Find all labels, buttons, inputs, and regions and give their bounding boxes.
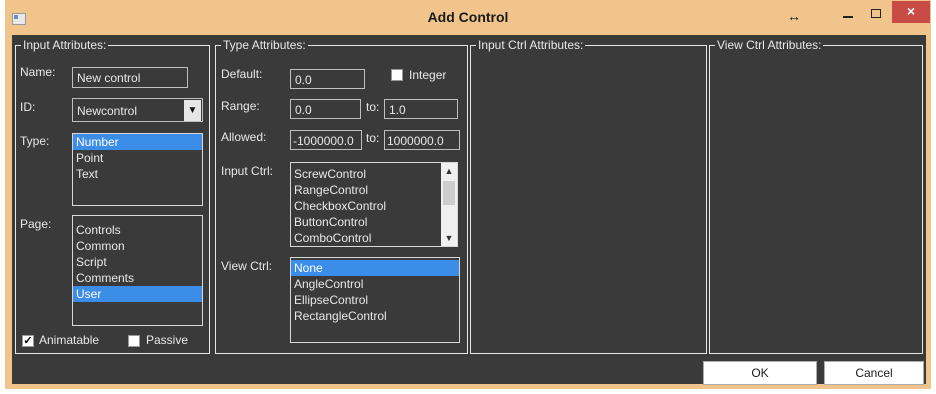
view-ctrl-attributes-legend: View Ctrl Attributes: bbox=[715, 38, 824, 52]
title-bar[interactable]: Add Control ↔ × bbox=[5, 0, 931, 35]
type-attributes-legend: Type Attributes: bbox=[221, 38, 308, 52]
page-option-comments[interactable]: Comments bbox=[73, 270, 202, 286]
dialog-client-area: Input Attributes: Name: New control ID: … bbox=[12, 35, 926, 385]
integer-checkbox[interactable] bbox=[391, 69, 403, 81]
range-label: Range: bbox=[221, 99, 260, 113]
checkmark-icon: ✓ bbox=[23, 335, 33, 347]
name-label: Name: bbox=[20, 65, 56, 79]
view-ctrl-option-anglecontrol[interactable]: AngleControl bbox=[291, 276, 459, 292]
allowed-min-input[interactable]: -1000000.0 bbox=[290, 130, 362, 150]
page-option-script[interactable]: Script bbox=[73, 254, 202, 270]
default-label: Default: bbox=[221, 67, 263, 81]
input-ctrl-option-screwcontrol[interactable]: ScrewControl bbox=[291, 166, 457, 182]
type-option-number[interactable]: Number bbox=[73, 134, 202, 150]
default-input[interactable]: 0.0 bbox=[290, 69, 365, 89]
input-attributes-group: Input Attributes: Name: New control ID: … bbox=[15, 38, 210, 354]
scrollbar-thumb[interactable] bbox=[443, 181, 455, 205]
input-ctrl-listbox[interactable]: ScrewControl RangeControl CheckboxContro… bbox=[290, 162, 458, 247]
allowed-to-label: to: bbox=[366, 131, 380, 145]
allowed-max-input[interactable]: 1000000.0 bbox=[384, 130, 460, 150]
view-ctrl-label: View Ctrl: bbox=[221, 259, 273, 273]
range-to-label: to: bbox=[366, 100, 380, 114]
view-ctrl-attributes-group: View Ctrl Attributes: bbox=[709, 38, 923, 354]
name-input[interactable]: New control bbox=[72, 67, 188, 88]
view-ctrl-listbox[interactable]: None AngleControl EllipseControl Rectang… bbox=[290, 257, 460, 343]
type-listbox[interactable]: Number Point Text bbox=[72, 133, 203, 206]
page-option-user[interactable]: User bbox=[73, 286, 202, 302]
view-ctrl-option-ellipsecontrol[interactable]: EllipseControl bbox=[291, 292, 459, 308]
page-listbox[interactable]: Controls Common Script Comments User bbox=[72, 215, 203, 326]
input-ctrl-option-buttoncontrol[interactable]: ButtonControl bbox=[291, 214, 457, 230]
cancel-button[interactable]: Cancel bbox=[824, 361, 924, 385]
scroll-down-icon[interactable]: ▼ bbox=[441, 231, 457, 245]
animatable-checkbox[interactable]: ✓ bbox=[22, 335, 34, 347]
resize-icon[interactable]: ↔ bbox=[787, 8, 801, 24]
input-ctrl-attributes-group: Input Ctrl Attributes: bbox=[470, 38, 707, 354]
type-option-text[interactable]: Text bbox=[73, 166, 202, 182]
scroll-up-icon[interactable]: ▲ bbox=[441, 164, 457, 178]
ok-button[interactable]: OK bbox=[703, 361, 817, 385]
input-ctrl-option-checkboxcontrol[interactable]: CheckboxControl bbox=[291, 198, 457, 214]
dropdown-arrow-icon[interactable]: ▼ bbox=[184, 100, 201, 121]
input-ctrl-option-combocontrol[interactable]: ComboControl bbox=[291, 230, 457, 246]
input-ctrl-attributes-legend: Input Ctrl Attributes: bbox=[476, 38, 586, 52]
id-label: ID: bbox=[20, 100, 36, 114]
input-attributes-legend: Input Attributes: bbox=[21, 38, 109, 52]
input-ctrl-option-rangecontrol[interactable]: RangeControl bbox=[291, 182, 457, 198]
integer-label[interactable]: Integer bbox=[409, 68, 446, 82]
minimize-icon[interactable] bbox=[843, 16, 853, 18]
range-max-input[interactable]: 1.0 bbox=[384, 99, 458, 119]
range-min-input[interactable]: 0.0 bbox=[290, 99, 361, 119]
input-ctrl-scrollbar[interactable]: ▲ ▼ bbox=[441, 163, 457, 246]
type-option-point[interactable]: Point bbox=[73, 150, 202, 166]
page-option-controls[interactable]: Controls bbox=[73, 222, 202, 238]
input-ctrl-label: Input Ctrl: bbox=[221, 164, 274, 178]
passive-label[interactable]: Passive bbox=[146, 333, 188, 347]
type-attributes-group: Type Attributes: Default: 0.0 Integer Ra… bbox=[215, 38, 468, 354]
add-control-window: Add Control ↔ × Input Attributes: Name: … bbox=[5, 0, 931, 389]
view-ctrl-option-rectanglecontrol[interactable]: RectangleControl bbox=[291, 308, 459, 324]
allowed-label: Allowed: bbox=[221, 130, 267, 144]
page-label: Page: bbox=[20, 217, 52, 231]
close-icon[interactable]: × bbox=[892, 1, 930, 23]
id-combobox-value: Newcontrol bbox=[77, 104, 138, 118]
view-ctrl-option-none[interactable]: None bbox=[291, 260, 459, 276]
type-label: Type: bbox=[20, 134, 50, 148]
passive-checkbox[interactable] bbox=[128, 335, 140, 347]
animatable-label[interactable]: Animatable bbox=[39, 333, 99, 347]
maximize-icon[interactable] bbox=[871, 9, 881, 18]
id-combobox[interactable]: Newcontrol ▼ bbox=[72, 98, 203, 122]
page-option-common[interactable]: Common bbox=[73, 238, 202, 254]
